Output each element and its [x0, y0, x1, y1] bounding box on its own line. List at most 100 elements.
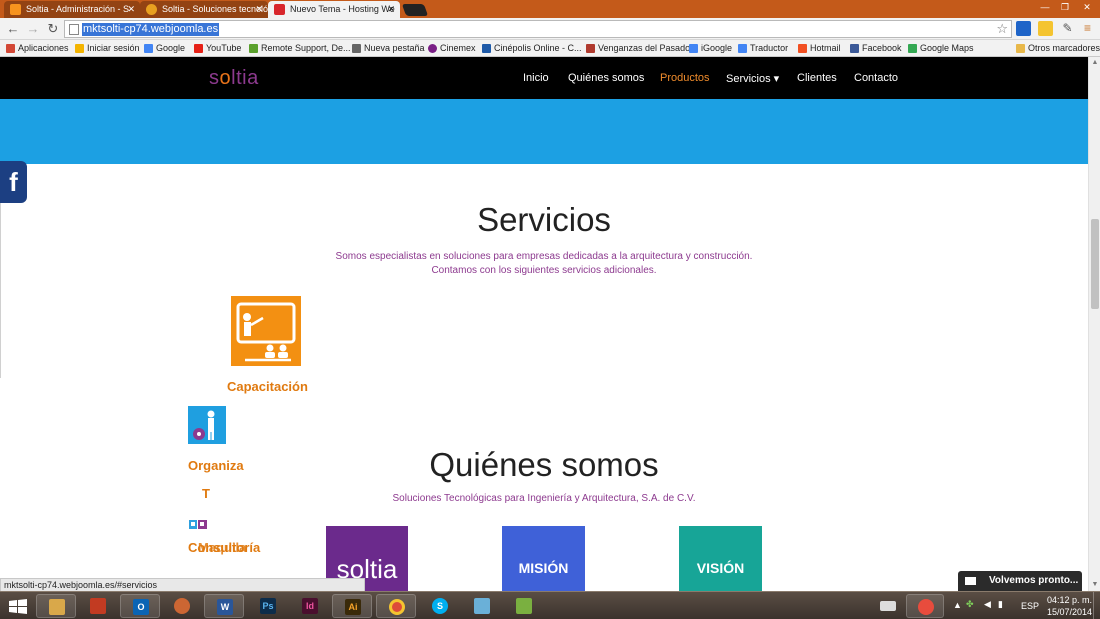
reload-icon[interactable]: ↻ [44, 20, 62, 38]
show-desktop-button[interactable] [1093, 592, 1100, 619]
bookmark-nueva-pestana[interactable]: Nueva pestaña [352, 42, 425, 55]
keyboard-icon[interactable] [876, 594, 900, 618]
address-url[interactable]: mktsolti-cp74.webjoomla.es [82, 23, 220, 36]
taskbar-paint[interactable] [162, 594, 202, 618]
bookmark-traductor[interactable]: Traductor [738, 42, 788, 55]
bookmark-cinepolis[interactable]: Cinépolis Online - C... [482, 42, 582, 55]
outlook-icon: O [133, 599, 149, 615]
bookmark-google-maps[interactable]: Google Maps [908, 42, 974, 55]
bookmark-star-icon[interactable]: ☆ [996, 21, 1008, 37]
site-favicon-icon [146, 4, 157, 15]
windows-logo-icon [798, 44, 807, 53]
remote-support-icon [249, 44, 258, 53]
site-navbar: soltia Inicio Quiénes somos Productos Se… [0, 57, 1088, 99]
taskbar-skype[interactable]: S [420, 594, 460, 618]
facebook-icon[interactable]: f [0, 161, 27, 203]
bookmark-cinemex[interactable]: Cinemex [428, 42, 476, 55]
nav-inicio[interactable]: Inicio [523, 72, 549, 84]
chrome-menu-icon[interactable]: ≡ [1080, 21, 1095, 36]
scroll-up-arrow-icon[interactable]: ▲ [1089, 57, 1100, 69]
maximize-icon[interactable]: ❐ [1054, 0, 1076, 14]
close-tab-icon[interactable]: ✕ [127, 1, 135, 18]
taskbar-chrome[interactable] [376, 594, 416, 618]
taskbar-outlook[interactable]: O [120, 594, 160, 618]
close-tab-icon[interactable]: ✕ [255, 1, 263, 18]
nav-servicios[interactable]: Servicios ▾ [726, 72, 779, 85]
servicio-capacitacion[interactable]: Capacitación [227, 379, 308, 394]
bookmark-google[interactable]: Google [144, 42, 185, 55]
notification-flag-icon[interactable] [906, 594, 944, 618]
bookmark-venganzas[interactable]: Venganzas del Pasado [586, 42, 690, 55]
windows-logo-icon [9, 599, 27, 614]
taskbar-photoshop[interactable]: Ps [248, 594, 288, 618]
google-maps-icon [908, 44, 917, 53]
hero-banner [0, 99, 1088, 164]
training-presentation-icon[interactable] [231, 296, 301, 366]
taskbar-illustrator[interactable]: Ai [332, 594, 372, 618]
taskbar-chart[interactable] [504, 594, 544, 618]
nav-productos[interactable]: Productos [660, 72, 710, 84]
bookmark-igoogle[interactable]: iGoogle [689, 42, 732, 55]
bookmark-otros-marcadores[interactable]: Otros marcadores [1016, 42, 1100, 55]
close-tab-icon[interactable]: ✕ [387, 1, 395, 18]
bookmark-facebook[interactable]: Facebook [850, 42, 902, 55]
nav-clientes[interactable]: Clientes [797, 72, 837, 84]
google-icon [144, 44, 153, 53]
nav-quienes-somos[interactable]: Quiénes somos [568, 72, 644, 84]
new-tab-button[interactable] [401, 4, 429, 16]
bookmarks-bar: Aplicaciones Iniciar sesión Google YouTu… [0, 40, 1100, 57]
tab-soltia-administracion[interactable]: Soltia - Administración - S ✕ [4, 1, 140, 18]
taskbar-indesign[interactable]: Id [290, 594, 330, 618]
clock-date[interactable]: 15/07/2014 [1047, 607, 1092, 617]
envelope-icon [965, 577, 976, 585]
tab-nuevo-tema[interactable]: Nuevo Tema - Hosting We ✕ [268, 1, 400, 18]
taskbar-word[interactable]: W [204, 594, 244, 618]
close-window-icon[interactable]: ✕ [1076, 0, 1098, 14]
servicios-subtitle-1: Somos especialistas en soluciones para e… [335, 251, 753, 262]
bookmark-youtube[interactable]: YouTube [194, 42, 241, 55]
windows-logo-icon [75, 44, 84, 53]
mision-block[interactable]: MISIÓN [502, 526, 585, 591]
hosting-favicon-icon [274, 4, 285, 15]
chat-widget[interactable]: Volvemos pronto... [958, 571, 1082, 591]
extension-gear-icon[interactable] [1016, 21, 1031, 36]
bookmark-iniciar-sesion[interactable]: Iniciar sesión [75, 42, 140, 55]
network-icon[interactable]: ✤ [966, 599, 974, 610]
extension-note-icon[interactable] [1038, 21, 1053, 36]
consulting-icon[interactable] [189, 516, 207, 529]
facebook-icon [850, 44, 859, 53]
scroll-down-arrow-icon[interactable]: ▼ [1089, 579, 1100, 591]
taskbar-metro[interactable] [78, 594, 118, 618]
nav-contacto[interactable]: Contacto [854, 72, 898, 84]
taskbar-explorer[interactable] [36, 594, 76, 618]
minimize-icon[interactable]: — [1034, 0, 1056, 14]
person-organize-icon[interactable] [188, 406, 226, 444]
scroll-thumb[interactable] [1091, 219, 1099, 309]
clock-time[interactable]: 04:12 p. m. [1047, 595, 1092, 605]
soltia-logo[interactable]: soltia [209, 67, 259, 90]
signal-icon[interactable]: ▮ [998, 599, 1003, 610]
photoshop-icon: Ps [260, 598, 276, 614]
back-arrow-icon[interactable]: ← [4, 20, 22, 38]
forward-arrow-icon[interactable]: → [24, 20, 42, 38]
taskbar-notes[interactable] [462, 594, 502, 618]
tray-arrow-icon[interactable]: ▲ [953, 600, 962, 610]
bookmark-aplicaciones[interactable]: Aplicaciones [6, 42, 69, 55]
language-indicator[interactable]: ESP [1021, 601, 1039, 611]
start-button[interactable] [0, 594, 36, 618]
bookmark-site-icon [586, 44, 595, 53]
bookmark-hotmail[interactable]: Hotmail [798, 42, 841, 55]
servicio-maquila[interactable]: Maquila [198, 540, 246, 555]
notes-icon [474, 598, 490, 614]
address-bar[interactable]: mktsolti-cp74.webjoomla.es ☆ [64, 20, 1012, 38]
extension-pen-icon[interactable]: ✎ [1060, 21, 1075, 36]
apps-grid-icon [6, 44, 15, 53]
page-scrollbar[interactable]: ▲ ▼ [1088, 57, 1100, 591]
apps-grid-icon [90, 598, 106, 614]
joomla-favicon-icon [10, 4, 21, 15]
windows-taskbar: O W Ps Id Ai S ▲ ✤ ◀ ▮ ESP 04:12 p. m. 1… [0, 591, 1100, 619]
tab-soltia-soluciones[interactable]: Soltia - Soluciones tecnoló ✕ [140, 1, 268, 18]
volume-icon[interactable]: ◀ [984, 599, 991, 610]
bookmark-remote-support[interactable]: Remote Support, De... [249, 42, 351, 55]
vision-block[interactable]: VISIÓN [679, 526, 762, 591]
